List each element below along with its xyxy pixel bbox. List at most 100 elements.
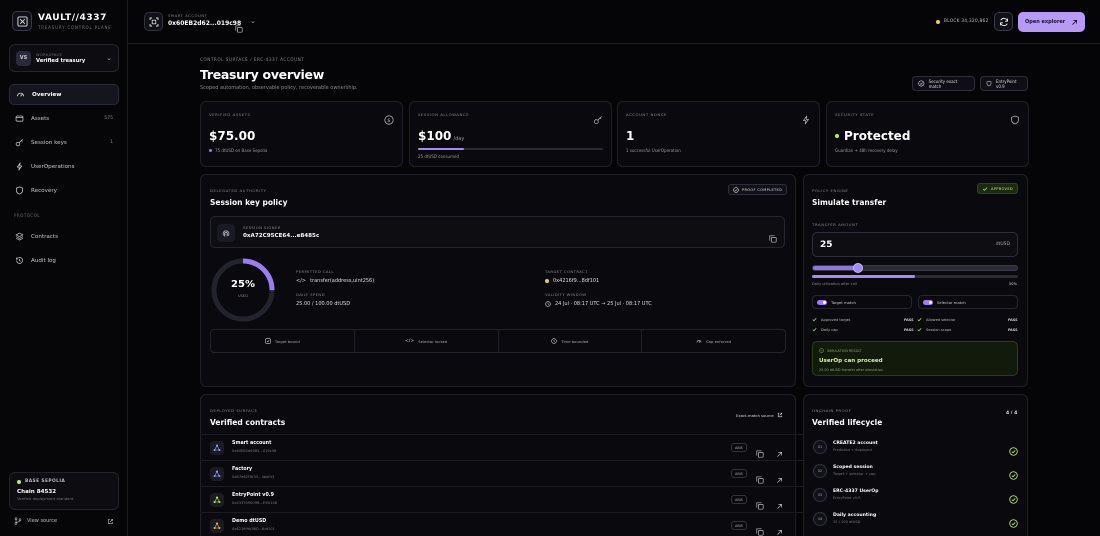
policy-section-label: POLICY ENGINE (812, 188, 849, 193)
permitted-value: transfer(address,uint256) (310, 278, 375, 284)
abi-button[interactable]: ABIS (731, 495, 747, 504)
brand-title: VAULT//4337 (38, 12, 107, 23)
target-contract: TARGET CONTRACT 0x4216f9...8df101 (545, 269, 599, 284)
status-dot (17, 479, 21, 484)
vault-logo-icon (12, 11, 32, 31)
check-daily-cap: Daily cap (812, 327, 838, 332)
shield-icon (1010, 110, 1020, 129)
abi-button[interactable]: ABIS (731, 521, 747, 530)
step-sub: EntryPoint v0.9 (833, 496, 861, 500)
abi-button[interactable]: ABIS (731, 443, 747, 452)
copy-icon[interactable] (235, 18, 243, 37)
exact-match-source-link[interactable]: Exact-match source (736, 412, 783, 418)
stat-card-security: SECURITY STATE Protected Guardian + 48h … (826, 101, 1029, 167)
chain-sub: Verified deployment standard (17, 496, 74, 501)
bolt-icon (16, 162, 23, 171)
amount-label: TRANSFER AMOUNT (812, 222, 859, 227)
sidebar-item-assets[interactable]: Assets 575 (9, 108, 119, 129)
check-label: Target bound (274, 338, 300, 344)
key-icon (15, 138, 24, 147)
app-root: VAULT//4337 TREASURY CONTROL PLANE VS WO… (0, 0, 1100, 536)
toggle-switch[interactable] (817, 299, 827, 305)
refresh-button[interactable] (994, 12, 1013, 31)
stat-sub: 1 successful UserOperation (626, 148, 681, 153)
gauge-percent: 25% (231, 279, 255, 290)
contract-name: EntryPoint v0.9 (232, 493, 274, 498)
step-number: 01 (813, 440, 827, 454)
stat-label: SECURITY STATE (835, 112, 875, 117)
step-number: 02 (813, 464, 827, 478)
abi-button[interactable]: ABIS (731, 469, 747, 478)
permitted-label: PERMITTED CALL (296, 269, 334, 274)
validity-value: 24 Jul · 08:17 UTC → 25 Jul · 08:17 UTC (555, 301, 652, 307)
lifecycle-step: 03 ERC-4337 UserOp EntryPoint v0.9 (803, 484, 1028, 508)
external-link-icon (777, 412, 782, 418)
scan-icon[interactable] (144, 12, 163, 31)
toggle-label: Target match (831, 299, 856, 305)
shield-icon (16, 186, 23, 195)
dashboard-icon (16, 92, 25, 97)
simulation-verdict: SIMULATION RESULT UserOp can proceed 25.… (812, 341, 1018, 376)
check-circle-icon (819, 348, 824, 353)
workspace-name: Verified treasury (36, 57, 86, 64)
sidebar-item-audit-log[interactable]: Audit log (9, 250, 119, 271)
stat-card-nonce: ACCOUNT NONCE 1 1 successful UserOperati… (617, 101, 820, 167)
page-subtitle: Scoped automation, observable policy, re… (200, 85, 358, 91)
session-policy-card (200, 174, 796, 387)
stat-value-text: Protected (844, 129, 911, 143)
lifecycle-title: Verified lifecycle (812, 418, 883, 427)
daily-label: DAILY SPEND (296, 292, 325, 297)
slider-handle[interactable] (852, 263, 863, 273)
target-label: TARGET CONTRACT (545, 269, 588, 274)
check-circle-icon (1009, 513, 1018, 532)
step-name: ERC-4337 UserOp (833, 489, 879, 494)
code-icon: </> (404, 338, 415, 344)
pass-badge: PASS (904, 318, 914, 322)
toggle-switch[interactable] (923, 299, 933, 305)
brand[interactable]: VAULT//4337 TREASURY CONTROL PLANE (12, 11, 112, 31)
sidebar-item-useroperations[interactable]: UserOperations (9, 156, 119, 177)
verdict-label: SIMULATION RESULT (827, 348, 862, 353)
open-explorer-button[interactable]: Open explorer (1018, 12, 1085, 32)
copy-icon[interactable] (756, 521, 764, 536)
arrow-up-right-icon (1072, 19, 1078, 25)
signer-label: SESSION SIGNER (243, 225, 281, 230)
contract-row: Smart account 0x60EB2d6082...019c98 ABIS (200, 434, 803, 460)
check-circle-icon (1009, 465, 1018, 484)
transfer-amount-input[interactable]: 25 dtUSD (812, 232, 1018, 257)
usage-gauge (211, 258, 275, 322)
copy-icon[interactable] (769, 228, 777, 247)
stat-value: Protected (835, 129, 910, 143)
workspace-switcher[interactable]: VS WORKSPACE Verified treasury ⌄ (9, 44, 119, 72)
layers-icon (15, 232, 24, 241)
contract-row: Factory 0xB7e62F6f35...4bdf43 ABIS (200, 460, 803, 486)
arrow-up-right-icon[interactable] (776, 521, 783, 536)
amount-slider[interactable] (812, 263, 1018, 273)
sidebar-item-session-keys[interactable]: Session keys 1 (9, 132, 119, 153)
stat-value: $100/day (418, 129, 464, 143)
check-icon (812, 318, 817, 322)
chevron-down-icon[interactable]: ⌄ (250, 17, 256, 25)
selector-match-toggle[interactable]: Selector match (918, 295, 1018, 309)
sidebar-item-recovery[interactable]: Recovery (9, 180, 119, 201)
check-label: Cap enforced (705, 338, 732, 344)
lifecycle-section-label: ONCHAIN PROOF (812, 408, 852, 413)
sidebar-item-label: Contracts (31, 233, 58, 240)
stat-value-text: $100 (418, 129, 452, 143)
check-icon (812, 328, 817, 332)
check-allowed-selector: Allowed selector (917, 317, 956, 322)
refresh-icon (999, 17, 1008, 26)
wallet-icon (15, 115, 24, 122)
amount-unit: dtUSD (995, 242, 1010, 247)
contract-row: Demo dtUSD 0x4216f9b36D...8df101 ABIS (200, 512, 803, 536)
chain-name: Chain 84532 (17, 489, 57, 495)
sidebar-item-overview[interactable]: Overview (9, 84, 119, 105)
open-explorer-label: Open explorer (1025, 19, 1066, 25)
sidebar-item-contracts[interactable]: Contracts (9, 226, 119, 247)
target-match-toggle[interactable]: Target match (812, 295, 912, 309)
smart-account-address: 0x60EB2d62...019c98 (168, 20, 242, 27)
entrypoint-label: EntryPoint v0.9 (995, 78, 1017, 89)
view-source-link[interactable]: View source (14, 517, 114, 525)
brand-subtitle: TREASURY CONTROL PLANE (38, 24, 112, 30)
topbar: SMART ACCOUNT 0x60EB2d62...019c98 ⌄ BLOC… (128, 0, 1100, 44)
